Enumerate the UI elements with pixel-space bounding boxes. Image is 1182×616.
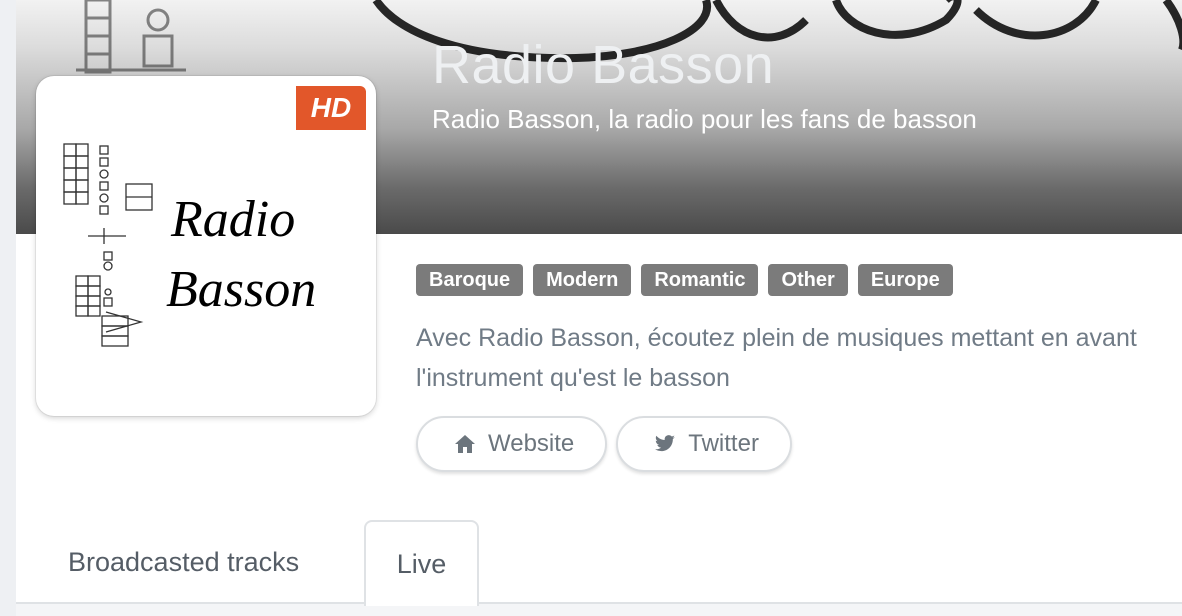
logo-word-basson: Basson	[166, 261, 316, 318]
tag-europe[interactable]: Europe	[857, 264, 953, 296]
home-icon	[455, 435, 475, 453]
station-title: Radio Basson	[432, 35, 775, 95]
website-button[interactable]: Website	[416, 416, 608, 472]
tab-broadcasted-tracks[interactable]: Broadcasted tracks	[68, 520, 299, 604]
tag-modern[interactable]: Modern	[533, 264, 632, 296]
hd-badge: HD	[296, 86, 366, 130]
tag-other[interactable]: Other	[768, 264, 848, 296]
logo-word-radio: Radio	[170, 191, 295, 248]
twitter-button[interactable]: Twitter	[616, 416, 792, 472]
tag-baroque[interactable]: Baroque	[416, 264, 524, 296]
tab-live[interactable]: Live	[364, 520, 479, 606]
left-gutter	[0, 0, 16, 616]
station-logo-image: Radio Basson	[63, 143, 316, 347]
genre-tags: Baroque Modern Romantic Other Europe	[416, 264, 953, 296]
website-label: Website	[488, 430, 575, 457]
station-subtitle: Radio Basson, la radio pour les fans de …	[432, 104, 977, 134]
tag-romantic[interactable]: Romantic	[641, 264, 759, 296]
tabs-content-area	[16, 604, 1182, 616]
twitter-icon	[655, 435, 676, 452]
station-links: Website Twitter	[416, 416, 792, 472]
station-description: Avec Radio Basson, écoutez plein de musi…	[416, 324, 1137, 392]
twitter-label: Twitter	[688, 430, 759, 457]
station-logo-card: HD Radio Basson	[36, 76, 376, 416]
